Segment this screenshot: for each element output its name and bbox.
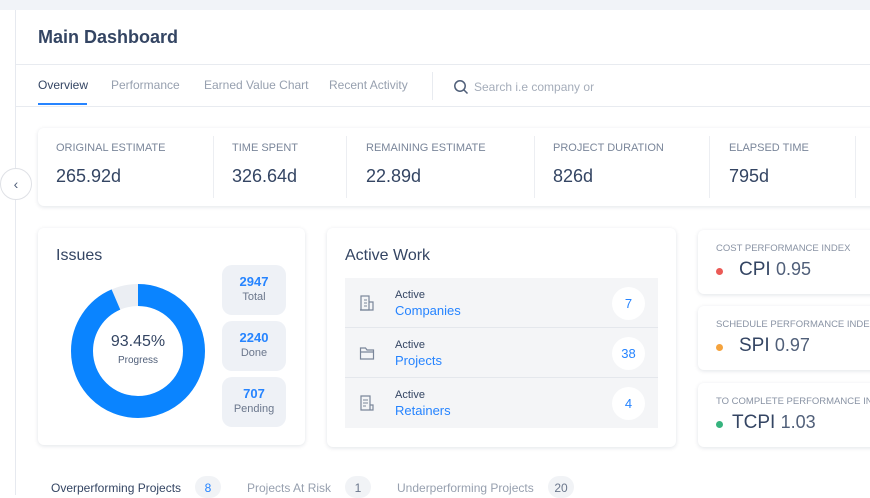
stat-value: 265.92d [56, 166, 122, 186]
spi-card: SCHEDULE PERFORMANCE INDEX SPI 0.97 [698, 306, 870, 370]
stat-elapsed-time: Elapsed Time 795d [729, 142, 809, 187]
stat-time-spent: Time Spent 326.64d [232, 142, 298, 187]
pill-value: 2240 [239, 330, 269, 345]
tab-performance[interactable]: Performance [111, 78, 180, 92]
kpi-name: SPI [739, 335, 770, 356]
issues-total-pill[interactable]: 2947 Total [222, 265, 286, 315]
status-dot-icon [716, 344, 723, 351]
pill-label: Total [242, 291, 266, 303]
stat-value: 22.89d [366, 166, 422, 186]
row-prefix: Active [395, 289, 425, 301]
active-tab-indicator [38, 103, 87, 105]
stat-label: Remaining Estimate [366, 142, 486, 154]
tcpi-card: TO COMPLETE PERFORMANCE INDEX TCPI 1.03 [698, 383, 870, 447]
stat-label: Elapsed Time [729, 142, 809, 154]
tab-recent-activity[interactable]: Recent Activity [329, 78, 408, 92]
kpi-value: 0.97 [774, 335, 810, 355]
divider [534, 136, 535, 198]
row-label[interactable]: Companies [395, 303, 461, 318]
kpi-label: COST PERFORMANCE INDEX [716, 243, 851, 254]
active-projects-row[interactable]: Active Projects 38 [345, 328, 658, 378]
row-count-badge: 7 [612, 287, 645, 320]
row-label[interactable]: Projects [395, 353, 442, 368]
stat-value: 795d [729, 166, 770, 186]
kpi-name: CPI [739, 259, 771, 280]
divider [855, 136, 856, 198]
stat-value: 326.64d [232, 166, 298, 186]
pill-value: 707 [243, 386, 265, 401]
progress-caption: Progress [117, 355, 158, 366]
issues-done-pill[interactable]: 2240 Done [222, 321, 286, 371]
left-sidebar [0, 10, 16, 495]
active-companies-row[interactable]: Active Companies 7 [345, 278, 658, 328]
divider [709, 136, 710, 198]
status-dot-icon [716, 268, 723, 275]
stat-remaining-estimate: Remaining Estimate 22.89d [366, 142, 486, 187]
kpi-label: SCHEDULE PERFORMANCE INDEX [716, 319, 870, 330]
page-title: Main Dashboard [38, 27, 179, 47]
row-prefix: Active [395, 339, 425, 351]
stat-project-duration: Project Duration 826d [553, 142, 664, 187]
tab-projects-at-risk[interactable]: Projects At Risk [247, 481, 331, 495]
stat-label: Project Duration [553, 142, 664, 154]
pill-label: Pending [233, 403, 275, 415]
kpi-name: TCPI [732, 412, 776, 433]
kpi-value: 1.03 [780, 412, 816, 432]
active-retainers-row[interactable]: Active Retainers 4 [345, 378, 658, 428]
kpi-label: TO COMPLETE PERFORMANCE INDEX [716, 396, 870, 407]
tab-earned-value-chart[interactable]: Earned Value Chart [204, 78, 309, 92]
divider [16, 106, 870, 107]
row-count-badge: 4 [612, 387, 645, 420]
pill-value: 2947 [239, 274, 269, 289]
divider [346, 136, 347, 198]
building-icon [360, 295, 374, 311]
stat-value: 826d [553, 166, 594, 186]
tab-overperforming-projects[interactable]: Overperforming Projects [51, 481, 181, 495]
stat-label: Time Spent [232, 142, 299, 154]
tab-underperforming-projects[interactable]: Underperforming Projects [397, 481, 534, 495]
stat-original-estimate: Original Estimate 265.92d [56, 142, 165, 187]
issues-pending-pill[interactable]: 707 Pending [222, 377, 286, 427]
row-label[interactable]: Retainers [395, 403, 451, 418]
issues-title: Issues [56, 247, 103, 264]
search-input[interactable]: Search i.e company or [474, 80, 594, 94]
collapse-sidebar-button[interactable]: ‹ [0, 168, 32, 200]
divider [16, 64, 870, 65]
kpi-value: 0.95 [775, 259, 812, 279]
progress-percent: 93.45% [110, 333, 166, 350]
chevron-left-icon: ‹ [13, 176, 19, 192]
row-prefix: Active [395, 389, 425, 401]
issues-donut-chart [71, 284, 205, 418]
search-icon [454, 80, 469, 95]
stat-label: Original Estimate [56, 142, 166, 154]
cpi-card: COST PERFORMANCE INDEX CPI 0.95 [698, 230, 870, 294]
status-dot-icon [716, 421, 723, 428]
document-icon [360, 395, 374, 411]
divider [213, 136, 214, 198]
folder-icon [359, 347, 375, 360]
pill-label: Done [240, 347, 268, 359]
donut-progress-arc [71, 284, 205, 418]
top-band [0, 0, 870, 10]
tab-overview[interactable]: Overview [38, 78, 88, 92]
divider [432, 72, 433, 100]
active-work-title: Active Work [345, 247, 431, 264]
row-count-badge: 38 [612, 337, 645, 370]
